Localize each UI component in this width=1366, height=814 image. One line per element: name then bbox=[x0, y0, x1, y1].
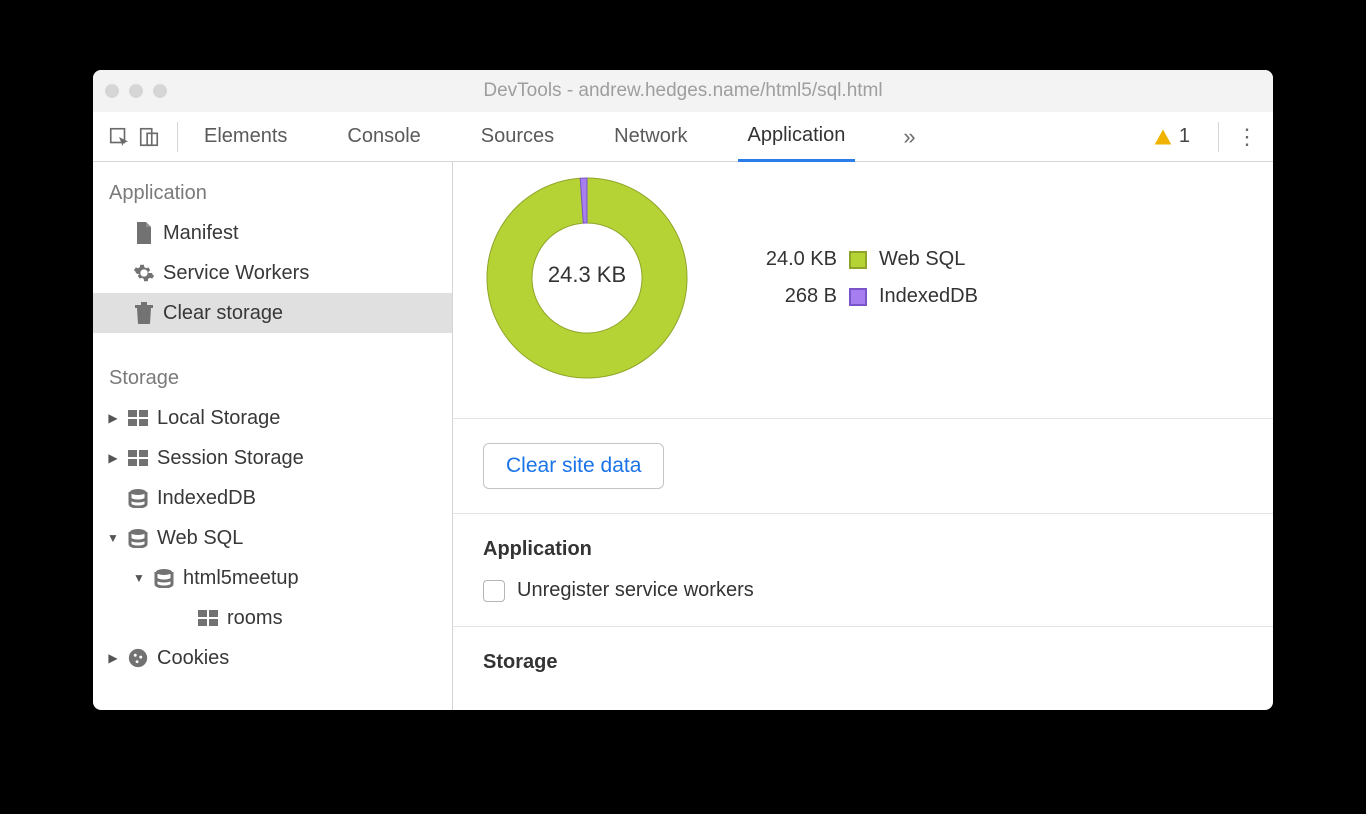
tabbar-divider-right bbox=[1218, 122, 1219, 152]
sidebar-item-clear-storage[interactable]: ▶ Clear storage bbox=[93, 293, 452, 333]
tab-console[interactable]: Console bbox=[337, 112, 430, 162]
more-options-icon[interactable]: ⋮ bbox=[1235, 125, 1259, 149]
window-controls[interactable] bbox=[105, 84, 167, 98]
legend-label: Web SQL bbox=[879, 248, 965, 271]
tab-sources[interactable]: Sources bbox=[471, 112, 564, 162]
clear-site-data-button[interactable]: Clear site data bbox=[483, 443, 664, 489]
close-window-dot[interactable] bbox=[105, 84, 119, 98]
legend-swatch bbox=[849, 251, 867, 269]
gear-icon bbox=[133, 262, 155, 284]
titlebar: DevTools - andrew.hedges.name/html5/sql.… bbox=[93, 70, 1273, 112]
database-icon bbox=[127, 487, 149, 509]
checkbox-label: Unregister service workers bbox=[517, 579, 754, 602]
collapse-arrow-icon: ▼ bbox=[133, 571, 145, 585]
warning-icon bbox=[1153, 127, 1173, 147]
grid-icon bbox=[127, 447, 149, 469]
tab-elements[interactable]: Elements bbox=[194, 112, 297, 162]
sidebar-item-label: Clear storage bbox=[163, 302, 283, 325]
legend-swatch bbox=[849, 288, 867, 306]
warning-count: 1 bbox=[1179, 125, 1190, 148]
legend-label: IndexedDB bbox=[879, 285, 978, 308]
legend-value: 268 B bbox=[757, 285, 837, 308]
sidebar-item-web-sql-db[interactable]: ▼ html5meetup bbox=[93, 558, 452, 598]
expand-arrow-icon: ▶ bbox=[107, 651, 119, 665]
storage-usage-chart-area: 24.3 KB 24.0 KB Web SQL 268 B IndexedDB bbox=[453, 162, 1273, 419]
sidebar-item-cookies[interactable]: ▶ Cookies bbox=[93, 638, 452, 678]
sidebar-item-manifest[interactable]: ▶ Manifest bbox=[93, 213, 452, 253]
tabs-overflow-icon[interactable]: » bbox=[895, 124, 923, 150]
expand-arrow-icon: ▶ bbox=[107, 451, 119, 465]
collapse-arrow-icon: ▼ bbox=[107, 531, 119, 545]
trash-icon bbox=[133, 302, 155, 324]
application-sidebar: Application ▶ Manifest ▶ Service Workers… bbox=[93, 162, 453, 710]
tab-network[interactable]: Network bbox=[604, 112, 697, 162]
tab-application[interactable]: Application bbox=[738, 112, 856, 162]
devtools-tabbar: Elements Console Sources Network Applica… bbox=[93, 112, 1273, 162]
sidebar-item-indexeddb[interactable]: ▶ IndexedDB bbox=[93, 478, 452, 518]
sidebar-item-label: IndexedDB bbox=[157, 487, 256, 510]
toggle-device-toolbar-icon[interactable] bbox=[137, 125, 161, 149]
legend-value: 24.0 KB bbox=[757, 248, 837, 271]
warnings-indicator[interactable]: 1 bbox=[1153, 125, 1190, 148]
sidebar-item-label: Service Workers bbox=[163, 262, 309, 285]
checkbox-icon bbox=[483, 580, 505, 602]
legend-row: 268 B IndexedDB bbox=[757, 285, 978, 308]
application-options-section: Application Unregister service workers bbox=[453, 514, 1273, 627]
sidebar-item-session-storage[interactable]: ▶ Session Storage bbox=[93, 438, 452, 478]
section-heading: Application bbox=[483, 538, 1243, 561]
clear-site-data-section: Clear site data bbox=[453, 419, 1273, 514]
storage-donut-chart: 24.3 KB bbox=[477, 168, 697, 388]
window-title: DevTools - andrew.hedges.name/html5/sql.… bbox=[93, 80, 1273, 102]
minimize-window-dot[interactable] bbox=[129, 84, 143, 98]
grid-icon bbox=[197, 607, 219, 629]
devtools-window: DevTools - andrew.hedges.name/html5/sql.… bbox=[93, 70, 1273, 710]
storage-total-label: 24.3 KB bbox=[477, 168, 697, 388]
sidebar-item-label: rooms bbox=[227, 607, 283, 630]
clear-storage-panel: 24.3 KB 24.0 KB Web SQL 268 B IndexedDB bbox=[453, 162, 1273, 710]
sidebar-section-storage: Storage bbox=[93, 359, 452, 398]
tabbar-divider bbox=[177, 122, 178, 152]
inspect-element-icon[interactable] bbox=[107, 125, 131, 149]
legend-row: 24.0 KB Web SQL bbox=[757, 248, 978, 271]
cookie-icon bbox=[127, 647, 149, 669]
database-icon bbox=[153, 567, 175, 589]
sidebar-section-application: Application bbox=[93, 174, 452, 213]
grid-icon bbox=[127, 407, 149, 429]
sidebar-item-label: Session Storage bbox=[157, 447, 304, 470]
storage-legend: 24.0 KB Web SQL 268 B IndexedDB bbox=[757, 248, 978, 308]
sidebar-item-label: Web SQL bbox=[157, 527, 243, 550]
section-heading: Storage bbox=[483, 651, 1243, 674]
sidebar-item-web-sql[interactable]: ▼ Web SQL bbox=[93, 518, 452, 558]
sidebar-item-service-workers[interactable]: ▶ Service Workers bbox=[93, 253, 452, 293]
sidebar-item-label: html5meetup bbox=[183, 567, 299, 590]
sidebar-item-local-storage[interactable]: ▶ Local Storage bbox=[93, 398, 452, 438]
database-icon bbox=[127, 527, 149, 549]
sidebar-item-label: Manifest bbox=[163, 222, 239, 245]
zoom-window-dot[interactable] bbox=[153, 84, 167, 98]
expand-arrow-icon: ▶ bbox=[107, 411, 119, 425]
sidebar-item-label: Local Storage bbox=[157, 407, 280, 430]
sidebar-item-web-sql-table[interactable]: ▶ rooms bbox=[93, 598, 452, 638]
storage-options-section: Storage bbox=[453, 627, 1273, 710]
file-icon bbox=[133, 222, 155, 244]
unregister-service-workers-checkbox[interactable]: Unregister service workers bbox=[483, 579, 1243, 602]
sidebar-item-label: Cookies bbox=[157, 647, 229, 670]
